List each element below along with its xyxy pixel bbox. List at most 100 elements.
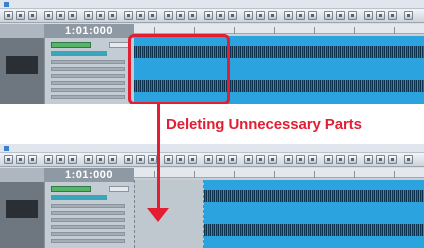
toolbar-button[interactable]: [296, 155, 305, 164]
track-control[interactable]: [51, 232, 125, 236]
toolbar-button[interactable]: [84, 155, 93, 164]
toolbar-button[interactable]: [4, 155, 13, 164]
toolbar-button[interactable]: [68, 155, 77, 164]
toolbar-button[interactable]: [56, 11, 65, 20]
track-control[interactable]: [51, 60, 125, 64]
toolbar-button[interactable]: [188, 11, 197, 20]
toolbar-button[interactable]: [148, 155, 157, 164]
toolbar-button[interactable]: [16, 11, 25, 20]
track-button[interactable]: [109, 186, 129, 192]
waveform-channel-left: [204, 190, 424, 202]
ruler-tick: [154, 171, 155, 178]
track-selected-bar[interactable]: [51, 51, 107, 56]
toolbar-button[interactable]: [148, 11, 157, 20]
toolbar-button[interactable]: [336, 11, 345, 20]
toolbar-button[interactable]: [324, 155, 333, 164]
toolbar-button[interactable]: [336, 155, 345, 164]
track-name-field[interactable]: [51, 42, 91, 48]
toolbar-button[interactable]: [244, 155, 253, 164]
track-control[interactable]: [51, 239, 125, 243]
toolbar-button[interactable]: [388, 11, 397, 20]
track-control[interactable]: [51, 218, 125, 222]
time-ruler[interactable]: [134, 24, 424, 34]
toolbar-button[interactable]: [404, 11, 413, 20]
toolbar-button[interactable]: [4, 11, 13, 20]
time-ruler[interactable]: [134, 168, 424, 178]
toolbar-button[interactable]: [124, 11, 133, 20]
timeline[interactable]: [134, 168, 424, 248]
toolbar-button[interactable]: [44, 11, 53, 20]
toolbar-button[interactable]: [256, 11, 265, 20]
toolbar-button[interactable]: [228, 155, 237, 164]
deleted-region[interactable]: [134, 180, 204, 248]
app-icon: [4, 2, 9, 7]
toolbar-button[interactable]: [16, 155, 25, 164]
track-control[interactable]: [51, 95, 125, 99]
toolbar-button[interactable]: [56, 155, 65, 164]
time-counter: 1:01:000: [44, 168, 134, 182]
toolbar-button[interactable]: [296, 11, 305, 20]
toolbar-button[interactable]: [204, 11, 213, 20]
toolbar-button[interactable]: [376, 11, 385, 20]
toolbar-button[interactable]: [308, 11, 317, 20]
toolbar-button[interactable]: [284, 11, 293, 20]
toolbar-button[interactable]: [216, 155, 225, 164]
toolbar-button[interactable]: [164, 155, 173, 164]
track-control[interactable]: [51, 74, 125, 78]
toolbar-button[interactable]: [136, 155, 145, 164]
toolbar-button[interactable]: [348, 11, 357, 20]
toolbar-button[interactable]: [376, 155, 385, 164]
audio-waveform-clip[interactable]: [204, 180, 424, 248]
toolbar-button[interactable]: [68, 11, 77, 20]
toolbar-button[interactable]: [284, 155, 293, 164]
toolbar-button[interactable]: [204, 155, 213, 164]
toolbar-button[interactable]: [28, 11, 37, 20]
app-icon: [4, 146, 9, 151]
toolbar-button[interactable]: [364, 11, 373, 20]
toolbar-button[interactable]: [136, 11, 145, 20]
inspector-panel: [0, 38, 44, 104]
toolbar-button[interactable]: [268, 11, 277, 20]
toolbar-button[interactable]: [124, 155, 133, 164]
toolbar-button[interactable]: [96, 11, 105, 20]
track-control[interactable]: [51, 204, 125, 208]
toolbar-button[interactable]: [164, 11, 173, 20]
toolbar-button[interactable]: [44, 155, 53, 164]
track-control[interactable]: [51, 81, 125, 85]
ruler-tick: [314, 27, 315, 34]
track-control[interactable]: [51, 211, 125, 215]
toolbar-button[interactable]: [28, 155, 37, 164]
ruler-tick: [354, 171, 355, 178]
time-counter: 1:01:000: [44, 24, 134, 38]
toolbar-button[interactable]: [188, 155, 197, 164]
toolbar-button[interactable]: [324, 11, 333, 20]
toolbar-button[interactable]: [364, 155, 373, 164]
toolbar-button[interactable]: [108, 11, 117, 20]
toolbar-button[interactable]: [348, 155, 357, 164]
toolbar-button[interactable]: [176, 11, 185, 20]
ruler-tick: [354, 27, 355, 34]
ruler-tick: [234, 27, 235, 34]
toolbar-button[interactable]: [228, 11, 237, 20]
ruler-tick: [154, 27, 155, 34]
toolbar-button[interactable]: [268, 155, 277, 164]
toolbar-button[interactable]: [84, 11, 93, 20]
track-selected-bar[interactable]: [51, 195, 107, 200]
toolbar-button[interactable]: [216, 11, 225, 20]
track-control[interactable]: [51, 225, 125, 229]
toolbar-button[interactable]: [176, 155, 185, 164]
toolbar: [0, 9, 424, 23]
toolbar-button[interactable]: [256, 155, 265, 164]
track-control[interactable]: [51, 88, 125, 92]
toolbar-button[interactable]: [388, 155, 397, 164]
toolbar-button[interactable]: [108, 155, 117, 164]
toolbar-button[interactable]: [96, 155, 105, 164]
toolbar-button[interactable]: [308, 155, 317, 164]
track-control[interactable]: [51, 67, 125, 71]
toolbar-button[interactable]: [404, 155, 413, 164]
toolbar-button[interactable]: [244, 11, 253, 20]
track-button[interactable]: [109, 42, 129, 48]
track-name-field[interactable]: [51, 186, 91, 192]
ruler-tick: [394, 27, 395, 34]
title-bar: [0, 144, 424, 153]
